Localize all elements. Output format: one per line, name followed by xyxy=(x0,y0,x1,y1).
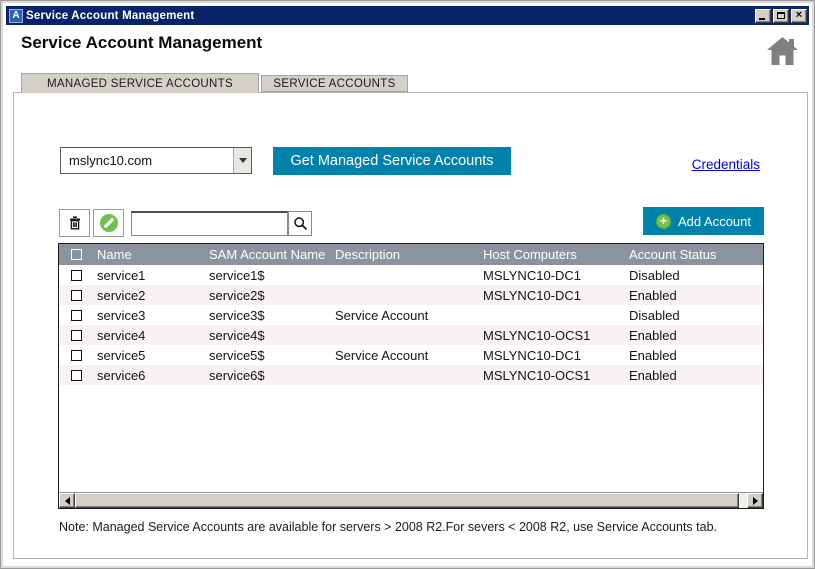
cell-name: service1 xyxy=(93,268,205,283)
scroll-left-button[interactable] xyxy=(59,493,75,508)
window-controls: × xyxy=(755,9,807,23)
edit-button[interactable] xyxy=(93,209,124,237)
table-row[interactable]: service3service3$Service Account Disabled xyxy=(59,305,763,325)
cell-status: Disabled xyxy=(625,308,755,323)
cell-host: MSLYNC10-OCS1 xyxy=(479,368,625,383)
note-text: Note: Managed Service Accounts are avail… xyxy=(59,520,717,534)
header-account-status[interactable]: Account Status xyxy=(625,247,755,262)
table-row[interactable]: service2service2$ MSLYNC10-DC1Enabled xyxy=(59,285,763,305)
search-input[interactable] xyxy=(131,211,288,236)
cell-name: service6 xyxy=(93,368,205,383)
search-button[interactable] xyxy=(288,211,312,236)
minimize-icon xyxy=(759,18,765,20)
cell-description: Service Account xyxy=(331,348,479,363)
row-checkbox[interactable] xyxy=(71,290,82,301)
add-account-button[interactable]: + Add Account xyxy=(643,207,764,235)
row-checkbox[interactable] xyxy=(71,310,82,321)
row-checkbox[interactable] xyxy=(71,350,82,361)
accounts-table: Name SAM Account Name Description Host C… xyxy=(58,243,764,509)
close-button[interactable]: × xyxy=(791,9,807,23)
row-checkbox[interactable] xyxy=(71,270,82,281)
cell-status: Disabled xyxy=(625,268,755,283)
arrow-left-icon xyxy=(65,497,70,505)
page-title: Service Account Management xyxy=(21,33,262,53)
cell-host: MSLYNC10-DC1 xyxy=(479,268,625,283)
delete-trash-icon xyxy=(67,215,83,231)
cell-name: service2 xyxy=(93,288,205,303)
maximize-button[interactable] xyxy=(773,9,789,23)
table-header-row: Name SAM Account Name Description Host C… xyxy=(59,244,763,265)
app-icon: A xyxy=(9,9,23,23)
title-bar: A Service Account Management × xyxy=(6,6,809,25)
table-row[interactable]: service6service6$ MSLYNC10-OCS1Enabled xyxy=(59,365,763,385)
header-sam-account-name[interactable]: SAM Account Name xyxy=(205,247,331,262)
cell-status: Enabled xyxy=(625,348,755,363)
table-row[interactable]: service1service1$ MSLYNC10-DC1Disabled xyxy=(59,265,763,285)
cell-name: service3 xyxy=(93,308,205,323)
cell-sam: service2$ xyxy=(205,288,331,303)
cell-sam: service5$ xyxy=(205,348,331,363)
cell-sam: service6$ xyxy=(205,368,331,383)
cell-name: service5 xyxy=(93,348,205,363)
home-icon[interactable] xyxy=(767,37,798,66)
get-managed-service-accounts-button[interactable]: Get Managed Service Accounts xyxy=(273,147,511,175)
cell-host: MSLYNC10-DC1 xyxy=(479,288,625,303)
cell-description: Service Account xyxy=(331,308,479,323)
cell-status: Enabled xyxy=(625,328,755,343)
select-all-checkbox[interactable] xyxy=(71,249,82,260)
cell-name: service4 xyxy=(93,328,205,343)
cell-sam: service4$ xyxy=(205,328,331,343)
scrollbar-thumb[interactable] xyxy=(75,493,739,508)
add-account-label: Add Account xyxy=(678,214,751,229)
domain-dropdown-value: mslync10.com xyxy=(61,153,233,168)
edit-pencil-icon xyxy=(99,213,119,233)
chevron-down-icon xyxy=(239,158,247,163)
row-checkbox[interactable] xyxy=(71,330,82,341)
table-body: service1service1$MSLYNC10-DC1Disabledser… xyxy=(59,265,763,385)
table-row[interactable]: service4service4$ MSLYNC10-OCS1Enabled xyxy=(59,325,763,345)
cell-sam: service1$ xyxy=(205,268,331,283)
horizontal-scrollbar[interactable] xyxy=(59,492,763,508)
tab-managed-service-accounts[interactable]: MANAGED SERVICE ACCOUNTS xyxy=(21,73,259,93)
search-icon xyxy=(293,216,308,231)
app-window: A Service Account Management × Service A… xyxy=(0,0,815,569)
domain-dropdown[interactable]: mslync10.com xyxy=(60,147,252,174)
tab-service-accounts[interactable]: SERVICE ACCOUNTS xyxy=(261,75,408,92)
cell-host: MSLYNC10-OCS1 xyxy=(479,328,625,343)
table-row[interactable]: service5service5$Service AccountMSLYNC10… xyxy=(59,345,763,365)
cell-sam: service3$ xyxy=(205,308,331,323)
credentials-link[interactable]: Credentials xyxy=(692,157,760,172)
delete-button[interactable] xyxy=(59,209,90,237)
cell-status: Enabled xyxy=(625,368,755,383)
row-checkbox[interactable] xyxy=(71,370,82,381)
header-name[interactable]: Name xyxy=(93,247,205,262)
dropdown-arrow-button[interactable] xyxy=(233,148,251,173)
cell-host: MSLYNC10-DC1 xyxy=(479,348,625,363)
arrow-right-icon xyxy=(753,497,758,505)
close-icon: × xyxy=(796,10,802,21)
add-plus-icon: + xyxy=(656,214,671,229)
header-host-computers[interactable]: Host Computers xyxy=(479,247,625,262)
table-empty-area xyxy=(59,385,763,492)
header-description[interactable]: Description xyxy=(331,247,479,262)
maximize-icon xyxy=(777,12,785,19)
minimize-button[interactable] xyxy=(755,9,771,23)
cell-status: Enabled xyxy=(625,288,755,303)
scroll-right-button[interactable] xyxy=(747,493,763,508)
window-title: Service Account Management xyxy=(26,10,194,22)
